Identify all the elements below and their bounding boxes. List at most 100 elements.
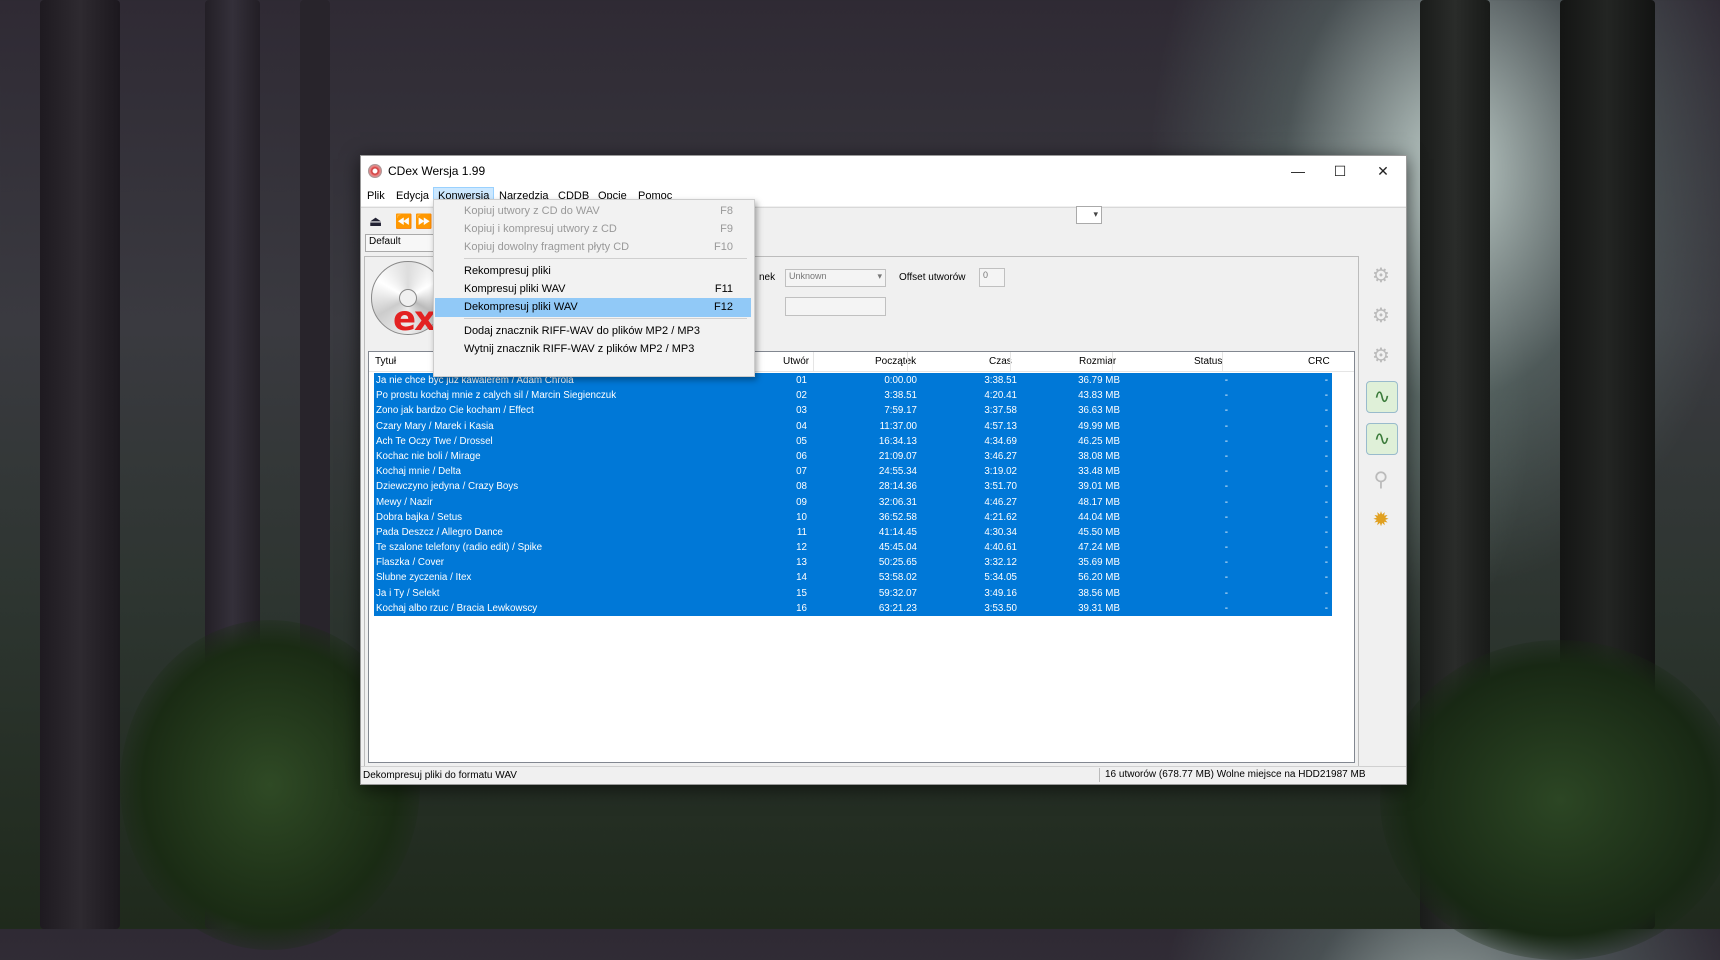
cell-size: 35.69 MB [1078,557,1120,569]
table-row[interactable]: Dobra bajka / Setus 10 36:52.58 4:21.62 44.0… [374,510,1332,525]
column-header-start[interactable]: Początek [875,356,916,367]
table-row[interactable]: Zono jak bardzo Cie kocham / Effect 03 7:5… [374,403,1332,418]
table-row[interactable]: Flaszka / Cover 13 50:25.65 3:32.12 35.69 MB… [374,555,1332,570]
table-row[interactable]: Pada Deszcz / Allegro Dance 11 41:14.45 4:3… [374,525,1332,540]
window-title: CDex Wersja 1.99 [388,164,486,178]
waveform-icon[interactable]: ∿ [1366,423,1398,455]
cell-track: 14 [796,572,807,584]
column-divider[interactable] [907,352,908,371]
cell-start: 21:09.07 [878,450,917,462]
cell-start: 32:06.31 [878,496,917,508]
cell-time: 4:20.41 [984,390,1017,402]
menu-item[interactable]: Kompresuj pliki WAV F11 [435,280,751,299]
minimize-button[interactable]: — [1276,156,1320,186]
table-row[interactable]: Ja i Ty / Selekt 15 59:32.07 3:49.16 38.56 M… [374,586,1332,601]
next-track-icon[interactable]: ⏩ [415,213,432,230]
close-button[interactable]: ✕ [1361,156,1405,186]
cell-time: 3:38.51 [984,375,1017,386]
track-list[interactable]: Tytuł Utwór Początek Czas Rozmiar Status… [368,351,1355,763]
cell-size: 49.99 MB [1078,420,1120,432]
menu-item-label: Kopiuj utwory z CD do WAV [464,205,600,217]
cell-status: - [1224,405,1228,417]
column-divider[interactable] [1112,352,1113,371]
cell-track: 03 [796,405,807,417]
drive-select[interactable]: ▾ [1076,206,1102,224]
cell-status: - [1224,526,1228,538]
table-row[interactable]: Mewy / Nazir 09 32:06.31 4:46.27 48.17 MB - - [374,495,1332,510]
column-header-track[interactable]: Utwór [783,356,809,367]
cell-track: 11 [796,526,807,538]
cell-start: 63:21.23 [878,602,917,614]
cell-start: 0:00.00 [884,375,917,386]
cell-title: Te szalone telefony (radio edit) / Spike [376,542,543,554]
eject-icon[interactable]: ⏏ [369,213,382,230]
maximize-button[interactable]: ☐ [1318,156,1362,186]
menu-item[interactable]: Dodaj znacznik RIFF-WAV do plików MP2 / … [435,322,751,341]
menu-edycja[interactable]: Edycja [392,188,433,204]
menu-item-shortcut: F8 [720,205,733,217]
chevron-down-icon: ▾ [1093,209,1098,219]
genre-select[interactable]: Unknown ▾ [785,269,886,287]
cell-crc: - [1324,557,1328,569]
column-divider[interactable] [1010,352,1011,371]
table-row[interactable]: Po prostu kochaj mnie z calych sil / Mar… [374,388,1332,403]
cell-title: Pada Deszcz / Allegro Dance [376,526,503,538]
column-header-title[interactable]: Tytuł [375,356,396,367]
cell-crc: - [1324,481,1328,493]
menu-item[interactable]: Wytnij znacznik RIFF-WAV z plików MP2 / … [435,340,751,359]
cell-size: 48.17 MB [1078,496,1120,508]
waveform-icon[interactable]: ∿ [1366,381,1398,413]
cell-title: Slubne zyczenia / Itex [376,572,472,584]
cell-title: Czary Mary / Marek i Kasia [376,420,494,432]
title-bar[interactable]: CDex Wersja 1.99 — ☐ ✕ [361,156,1406,186]
previous-track-icon[interactable]: ⏪ [395,213,412,230]
menu-plik[interactable]: Plik [363,188,389,204]
menu-item[interactable]: Dekompresuj pliki WAV F12 [435,298,751,317]
offset-label: Offset utworów [899,272,966,283]
offset-input[interactable]: 0 [979,268,1005,287]
gear-icon[interactable]: ⚙ [1366,261,1396,291]
table-row[interactable]: Te szalone telefony (radio edit) / Spike… [374,540,1332,555]
profile-select[interactable]: Default [365,234,435,252]
cell-status: - [1224,557,1228,569]
column-header-size[interactable]: Rozmiar [1079,356,1116,367]
cell-crc: - [1324,572,1328,584]
table-row[interactable]: Kochaj mnie / Delta 07 24:55.34 3:19.02 33.4… [374,464,1332,479]
cell-status: - [1224,572,1228,584]
table-row[interactable]: Dziewczyno jedyna / Crazy Boys 08 28:14.36… [374,479,1332,494]
menu-item-shortcut: F9 [720,223,733,235]
cell-time: 4:30.34 [984,526,1017,538]
gear-icon[interactable]: ⚙ [1366,301,1396,331]
table-row[interactable]: Ach Te Oczy Twe / Drossel 05 16:34.13 4:34.… [374,434,1332,449]
table-row[interactable]: Czary Mary / Marek i Kasia 04 11:37.00 4:57… [374,419,1332,434]
menu-item: Kopiuj utwory z CD do WAV F8 [435,202,751,221]
table-row[interactable]: Slubne zyczenia / Itex 14 53:58.02 5:34.05 5… [374,570,1332,585]
column-divider[interactable] [1222,352,1223,371]
gear-icon[interactable]: ⚙ [1366,341,1396,371]
cell-crc: - [1324,526,1328,538]
settings-icon[interactable]: ✹ [1366,505,1396,535]
menu-item-shortcut: F12 [714,301,733,313]
cell-start: 41:14.45 [878,526,917,538]
cell-crc: - [1324,496,1328,508]
menu-item-label: Kopiuj dowolny fragment płyty CD [464,241,630,253]
cell-track: 02 [796,390,807,402]
menu-item-label: Rekompresuj pliki [464,265,551,277]
table-row[interactable]: Kochaj albo rzuc / Bracia Lewkowscy 16 63:… [374,601,1332,616]
column-header-status[interactable]: Status [1194,356,1222,367]
cell-track: 09 [796,496,807,508]
cell-time: 4:57.13 [984,420,1017,432]
menu-item[interactable]: Rekompresuj pliki [435,262,751,281]
search-icon[interactable]: ⚲ [1366,465,1396,495]
column-header-time[interactable]: Czas [989,356,1012,367]
table-row[interactable]: Kochac nie boli / Mirage 06 21:09.07 3:46.2… [374,449,1332,464]
cell-time: 3:49.16 [984,587,1017,599]
extra-input[interactable] [785,297,886,316]
column-divider[interactable] [813,352,814,371]
chevron-down-icon: ▾ [877,271,882,281]
cell-time: 3:37.58 [984,405,1017,417]
column-header-crc[interactable]: CRC [1308,356,1330,367]
cell-title: Dobra bajka / Setus [376,511,463,523]
cell-start: 53:58.02 [878,572,917,584]
cell-time: 4:34.69 [984,435,1017,447]
